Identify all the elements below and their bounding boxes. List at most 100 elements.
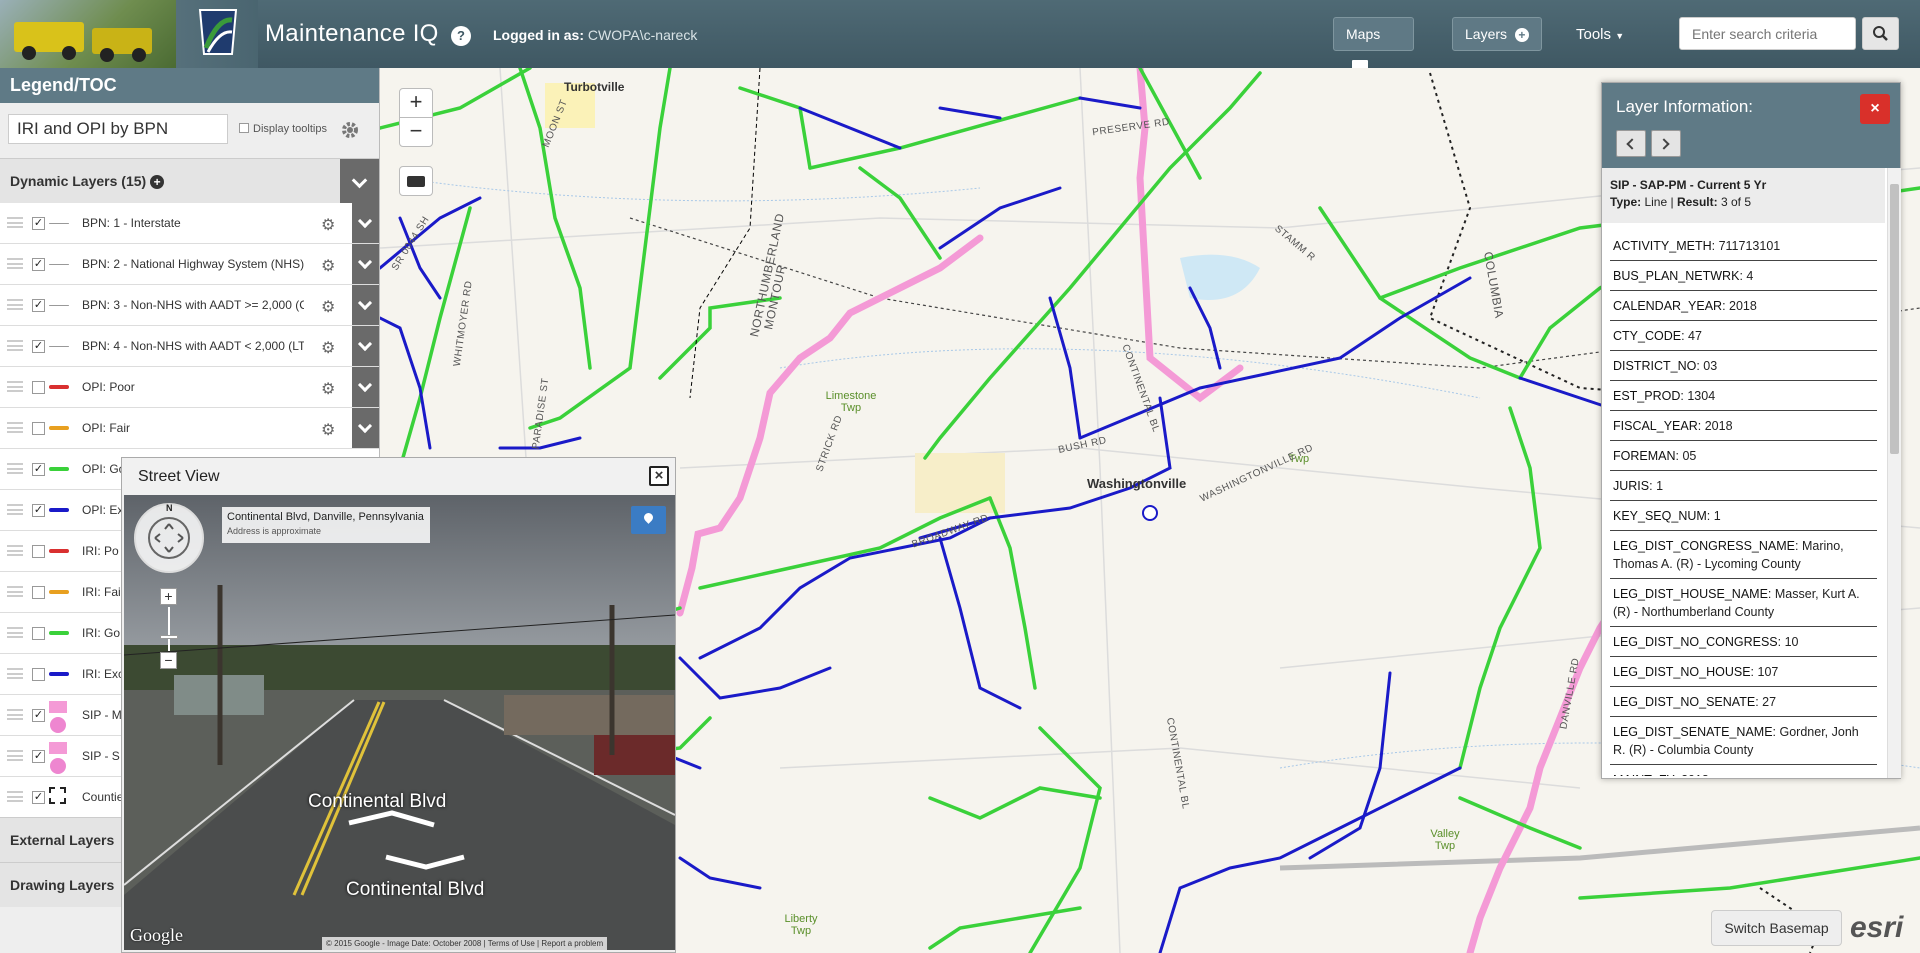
- zoom-out-button[interactable]: −: [399, 117, 433, 147]
- caret-down-icon: ▼: [1615, 31, 1625, 41]
- drag-handle-icon[interactable]: [7, 381, 23, 392]
- maps-button[interactable]: Maps: [1333, 17, 1414, 72]
- layer-checkbox[interactable]: ✓: [32, 791, 45, 804]
- drag-handle-icon[interactable]: [7, 709, 23, 720]
- layer-options-dropdown[interactable]: [352, 326, 379, 366]
- close-icon: ×: [654, 467, 664, 484]
- layer-checkbox[interactable]: ✓: [32, 217, 45, 230]
- street-view-image[interactable]: N + − Continental Blvd, Danville, Pennsy…: [124, 495, 675, 950]
- layer-checkbox[interactable]: ✓: [32, 463, 45, 476]
- layer-info-scrollbar[interactable]: [1887, 168, 1901, 778]
- street-view-zoom-handle[interactable]: [160, 635, 178, 639]
- street-view-zoom-slider[interactable]: [168, 607, 170, 651]
- app-header: Maintenance IQ ? Logged in as: CWOPA\c-n…: [0, 0, 1920, 72]
- layer-label: BPN: 3 - Non-NHS with AADT >= 2,000 (C: [82, 298, 304, 312]
- login-label: Logged in as:: [493, 27, 584, 43]
- limestone-twp-label: Limestone Twp: [825, 390, 877, 414]
- layer-checkbox[interactable]: ✓: [32, 299, 45, 312]
- street-label-2: Continental Blvd: [346, 879, 485, 900]
- layer-row[interactable]: OPI: Fair ⚙: [0, 408, 379, 449]
- layer-row[interactable]: ✓ BPN: 2 - National Highway System (NHS) ⚙: [0, 244, 379, 285]
- drag-handle-icon[interactable]: [7, 627, 23, 638]
- layer-row[interactable]: ✓ BPN: 1 - Interstate ⚙: [0, 203, 379, 244]
- help-icon[interactable]: ?: [451, 26, 471, 46]
- layer-row[interactable]: OPI: Poor ⚙: [0, 367, 379, 408]
- drag-handle-icon[interactable]: [7, 791, 23, 802]
- map-pin-icon[interactable]: [631, 506, 666, 534]
- drag-handle-icon[interactable]: [7, 668, 23, 679]
- layer-options-dropdown[interactable]: [352, 408, 379, 448]
- street-view-compass[interactable]: N: [134, 503, 204, 573]
- layer-checkbox[interactable]: [32, 422, 45, 435]
- gear-icon[interactable]: ⚙: [321, 420, 335, 440]
- layer-checkbox[interactable]: [32, 586, 45, 599]
- zoom-in-button[interactable]: +: [399, 88, 433, 118]
- line-symbol-icon: [49, 467, 69, 471]
- legend-preset-select[interactable]: IRI and OPI by BPN: [8, 114, 228, 144]
- drag-handle-icon[interactable]: [7, 340, 23, 351]
- gear-icon[interactable]: ⚙: [321, 297, 335, 317]
- add-layer-icon[interactable]: +: [150, 175, 165, 189]
- street-view-copyright[interactable]: © 2015 Google - Image Date: October 2008…: [322, 937, 608, 950]
- layer-options-dropdown[interactable]: [352, 367, 379, 407]
- drag-handle-icon[interactable]: [7, 545, 23, 556]
- layer-label: BPN: 1 - Interstate: [82, 216, 181, 230]
- switch-basemap-button[interactable]: Switch Basemap: [1711, 910, 1842, 946]
- street-view-zoom-out-button[interactable]: −: [160, 652, 177, 669]
- layer-checkbox[interactable]: ✓: [32, 504, 45, 517]
- search-button[interactable]: [1862, 17, 1899, 50]
- collapse-dynamic-layers-button[interactable]: [340, 159, 379, 204]
- layer-options-dropdown[interactable]: [352, 203, 379, 243]
- washingtonville-label: Washingtonville: [1087, 476, 1187, 491]
- street-view-zoom-in-button[interactable]: +: [160, 588, 177, 605]
- previous-result-button[interactable]: [1616, 130, 1646, 157]
- layer-checkbox[interactable]: [32, 381, 45, 394]
- layer-checkbox[interactable]: [32, 668, 45, 681]
- drag-handle-icon[interactable]: [7, 463, 23, 474]
- street-view-camera-button[interactable]: [399, 166, 433, 196]
- layer-checkbox[interactable]: ✓: [32, 750, 45, 763]
- dynamic-layers-header[interactable]: Dynamic Layers (15) +: [0, 158, 379, 204]
- attribute-key: LEG_DIST_NO_CONGRESS: [1613, 635, 1778, 649]
- tools-menu[interactable]: Tools ▼: [1576, 26, 1624, 43]
- attribute-key: LEG_DIST_NO_HOUSE: [1613, 665, 1751, 679]
- display-tooltips-toggle[interactable]: Display tooltips: [239, 123, 327, 135]
- next-result-button[interactable]: [1651, 130, 1681, 157]
- line-symbol-icon: [49, 385, 69, 389]
- layers-button[interactable]: Layers +: [1452, 17, 1542, 51]
- drag-handle-icon[interactable]: [7, 299, 23, 310]
- attribute-key: LEG_DIST_CONGRESS_NAME: [1613, 539, 1795, 553]
- drag-handle-icon[interactable]: [7, 422, 23, 433]
- close-street-view-button[interactable]: ×: [649, 466, 669, 486]
- layer-checkbox[interactable]: [32, 627, 45, 640]
- gear-icon[interactable]: ⚙: [321, 338, 335, 358]
- drag-handle-icon[interactable]: [7, 504, 23, 515]
- layer-options-dropdown[interactable]: [352, 244, 379, 284]
- drag-handle-icon[interactable]: [7, 750, 23, 761]
- drag-handle-icon[interactable]: [7, 258, 23, 269]
- attribute-key: EST_PROD: [1613, 389, 1681, 403]
- attribute-value: 03: [1703, 359, 1718, 373]
- scrollbar-thumb[interactable]: [1890, 184, 1899, 454]
- attribute-row: JURIS: 1: [1610, 471, 1877, 501]
- layer-checkbox[interactable]: [32, 545, 45, 558]
- drag-handle-icon[interactable]: [7, 217, 23, 228]
- legend-title: Legend/TOC: [0, 68, 379, 103]
- layer-checkbox[interactable]: ✓: [32, 340, 45, 353]
- layer-checkbox[interactable]: ✓: [32, 258, 45, 271]
- layer-checkbox[interactable]: ✓: [32, 709, 45, 722]
- gear-icon[interactable]: ⚙: [321, 379, 335, 399]
- drag-handle-icon[interactable]: [7, 586, 23, 597]
- search-input[interactable]: [1679, 17, 1856, 50]
- tooltip-checkbox[interactable]: [239, 123, 249, 133]
- close-layer-info-button[interactable]: ×: [1860, 94, 1890, 124]
- gear-icon[interactable]: [340, 120, 360, 143]
- attribute-row: LEG_DIST_CONGRESS_NAME: Marino, Thomas A…: [1610, 531, 1877, 579]
- gear-icon[interactable]: ⚙: [321, 215, 335, 235]
- attribute-key: FISCAL_YEAR: [1613, 419, 1698, 433]
- layer-options-dropdown[interactable]: [352, 285, 379, 325]
- layer-row[interactable]: ✓ BPN: 3 - Non-NHS with AADT >= 2,000 (C ⚙: [0, 285, 379, 326]
- liberty-twp-label: Liberty Twp: [784, 913, 818, 937]
- layer-row[interactable]: ✓ BPN: 4 - Non-NHS with AADT < 2,000 (LT ⚙: [0, 326, 379, 367]
- gear-icon[interactable]: ⚙: [321, 256, 335, 276]
